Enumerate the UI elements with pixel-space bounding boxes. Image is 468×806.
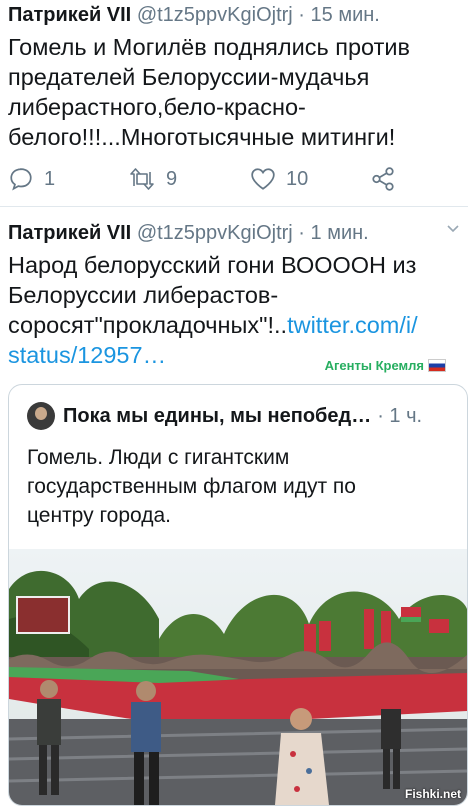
photo-flag <box>429 619 449 633</box>
quoted-text-line: государственным флагом идут по <box>27 475 356 498</box>
author-handle[interactable]: @t1z5ppvKgiOjtrj <box>137 222 293 244</box>
chevron-down-icon[interactable] <box>446 222 460 236</box>
quoted-tweet-time: · 1 ч. <box>377 404 423 427</box>
tweet-header: Патрикей VII @t1z5ppvKgiOjtrj · 1 мин. <box>8 220 369 246</box>
rally-photo[interactable] <box>9 549 467 805</box>
tweet-text-segment: соросят"прокладочных"!.. <box>8 312 288 338</box>
reply-button[interactable]: 1 <box>8 162 55 196</box>
tweet-text-line: Народ белорусский гони ВООООН из <box>8 252 417 278</box>
quoted-text-line: Гомель. Люди с гигантским <box>27 446 290 469</box>
tweet-text: Гомель и Могилёв поднялись против предат… <box>8 32 448 152</box>
tweet-text-line: предателей Белоруссии-мудачья <box>8 64 370 90</box>
quoted-author-name[interactable]: Пока мы едины, мы непобед… <box>63 405 371 428</box>
photo-flag <box>364 609 374 649</box>
share-button[interactable] <box>370 162 396 196</box>
author-name[interactable]: Патрикей VII <box>8 222 131 244</box>
retweet-count: 9 <box>166 167 178 190</box>
like-button[interactable]: 10 <box>250 162 308 196</box>
tweet-actions: 1 9 10 <box>0 162 468 196</box>
tweet-text: Народ белорусский гони ВООООН из Белорус… <box>8 250 448 370</box>
quoted-tweet-text: Гомель. Люди с гигантским государственны… <box>27 443 447 530</box>
russia-flag-icon <box>428 359 446 372</box>
author-name[interactable]: Патрикей VII <box>8 4 131 26</box>
tweet-text-line: либерастного,бело-красно- <box>8 94 306 120</box>
quoted-tweet-header: Пока мы едины, мы непобед… · 1 ч. <box>27 401 422 431</box>
retweet-button[interactable]: 9 <box>128 162 177 196</box>
heart-icon <box>251 168 275 190</box>
retweet-icon <box>130 168 154 190</box>
quoted-tweet[interactable]: Пока мы едины, мы непобед… · 1 ч. Гомель… <box>8 384 468 806</box>
tweet-divider <box>0 206 468 207</box>
tweet-text-line: Гомель и Могилёв поднялись против <box>8 34 410 60</box>
photo-flag <box>401 607 421 617</box>
tweet-text-line: белого!!!...Многотысячные митинги! <box>8 124 396 150</box>
tweet-text-line: соросят"прокладочных"!..twitter.com/i/ <box>8 310 448 340</box>
photo-flag <box>319 621 331 651</box>
agents-watermark: Агенты Кремля <box>325 358 446 373</box>
photo-billboard <box>16 596 70 634</box>
like-count: 10 <box>286 167 309 190</box>
tweet-time[interactable]: · 15 мин. <box>298 4 380 26</box>
author-handle[interactable]: @t1z5ppvKgiOjtrj <box>137 4 293 26</box>
reply-count: 1 <box>44 167 56 190</box>
site-watermark: Fishki.net <box>404 787 461 801</box>
tweet-1[interactable]: Патрикей VII @t1z5ppvKgiOjtrj · 15 мин. … <box>0 0 468 204</box>
avatar[interactable] <box>27 402 55 430</box>
tweet-time[interactable]: · 1 мин. <box>298 222 368 244</box>
agents-watermark-label: Агенты Кремля <box>324 358 424 373</box>
reply-icon <box>10 168 32 191</box>
share-icon <box>372 167 394 191</box>
tweet-text-line: Белоруссии либерастов- <box>8 282 279 308</box>
photo-flag <box>401 617 421 622</box>
tweet-2[interactable]: Патрикей VII @t1z5ppvKgiOjtrj · 1 мин. Н… <box>0 218 468 806</box>
tweet-link[interactable]: twitter.com/i/ <box>287 312 418 338</box>
photo-flag <box>304 624 316 654</box>
tweet-header: Патрикей VII @t1z5ppvKgiOjtrj · 15 мин. <box>8 2 380 28</box>
quoted-text-line: центру города. <box>27 504 172 527</box>
